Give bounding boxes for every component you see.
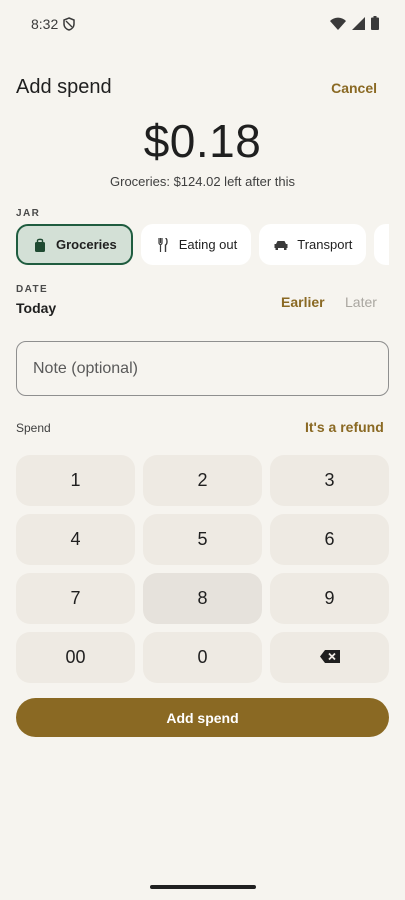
wifi-icon <box>330 17 346 35</box>
signal-icon <box>352 16 365 35</box>
key-0[interactable]: 0 <box>143 632 262 683</box>
spend-label: Spend <box>16 421 51 435</box>
remaining-budget-text: Groceries: $124.02 left after this <box>110 174 295 189</box>
key-8[interactable]: 8 <box>143 573 262 624</box>
key-00[interactable]: 00 <box>16 632 135 683</box>
cutlery-icon <box>155 237 171 253</box>
date-value: Today <box>16 300 57 316</box>
shield-icon <box>62 17 76 31</box>
key-3[interactable]: 3 <box>270 455 389 506</box>
shopping-bag-icon <box>32 237 48 253</box>
jar-label: JAR <box>16 208 41 219</box>
cancel-button[interactable]: Cancel <box>331 80 377 96</box>
key-9[interactable]: 9 <box>270 573 389 624</box>
note-input[interactable] <box>16 341 389 396</box>
ticket-icon <box>388 237 389 253</box>
status-icons <box>330 16 379 35</box>
jar-chip-list: Groceries Eating out Transport <box>16 224 389 266</box>
backspace-icon <box>319 647 340 668</box>
jar-chip-eating-out[interactable]: Eating out <box>140 224 252 265</box>
status-bar: 8:32 <box>0 0 405 48</box>
header: Add spend Cancel <box>16 70 389 106</box>
jar-chip-transport[interactable]: Transport <box>259 224 367 265</box>
key-1[interactable]: 1 <box>16 455 135 506</box>
earlier-button[interactable]: Earlier <box>281 294 325 310</box>
home-indicator[interactable] <box>150 885 256 889</box>
amount-display: $0.18 <box>143 115 262 167</box>
jar-chip-label: Groceries <box>56 237 117 252</box>
key-6[interactable]: 6 <box>270 514 389 565</box>
battery-icon <box>371 16 379 35</box>
car-icon <box>273 237 289 253</box>
backspace-key[interactable] <box>270 632 389 683</box>
jar-chip-more[interactable] <box>374 224 389 265</box>
key-5[interactable]: 5 <box>143 514 262 565</box>
key-7[interactable]: 7 <box>16 573 135 624</box>
date-label: DATE <box>16 284 49 295</box>
later-button[interactable]: Later <box>345 294 377 310</box>
refund-toggle-button[interactable]: It's a refund <box>305 419 384 435</box>
jar-chip-label: Eating out <box>178 237 238 252</box>
key-4[interactable]: 4 <box>16 514 135 565</box>
jar-chip-groceries[interactable]: Groceries <box>16 224 133 265</box>
key-2[interactable]: 2 <box>143 455 262 506</box>
status-time: 8:32 <box>31 16 59 32</box>
jar-chip-label: Transport <box>297 237 353 252</box>
page-title: Add spend <box>16 76 112 98</box>
add-spend-button[interactable]: Add spend <box>16 698 389 737</box>
number-keypad: 1 2 3 4 5 6 7 8 9 00 0 <box>16 455 389 683</box>
